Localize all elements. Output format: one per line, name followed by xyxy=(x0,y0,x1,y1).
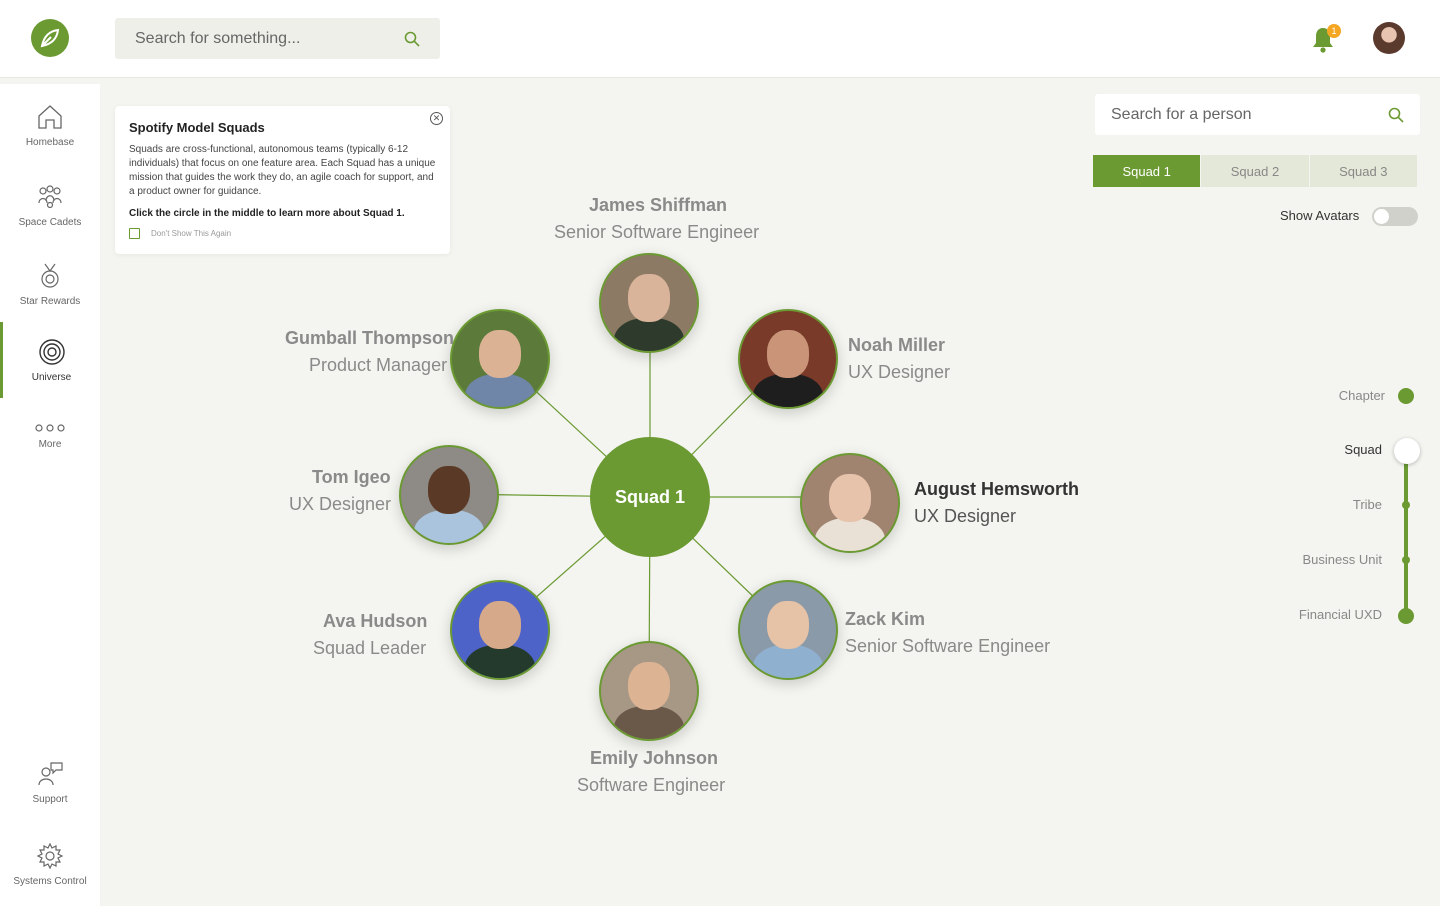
person-search-placeholder: Search for a person xyxy=(1111,105,1252,123)
squad-tabs: Squad 1 Squad 2 Squad 3 xyxy=(1093,155,1417,187)
info-card-body: Squads are cross-functional, autonomous … xyxy=(129,144,436,197)
avatar-august-hemsworth[interactable] xyxy=(800,453,900,553)
level-dot-tribe[interactable] xyxy=(1402,501,1410,509)
member-name: Zack Kim xyxy=(845,609,926,629)
app-logo-icon[interactable] xyxy=(31,19,69,57)
squad-info-card: ✕ Spotify Model Squads Squads are cross-… xyxy=(115,106,450,254)
member-name: Gumball Thompson xyxy=(285,328,454,348)
squad-center-node[interactable]: Squad 1 xyxy=(590,437,710,557)
dont-show-again[interactable]: Don't Show This Again xyxy=(129,228,436,239)
member-name: Emily Johnson xyxy=(590,748,719,768)
member-name: August Hemsworth xyxy=(914,479,1080,499)
level-dot-chapter[interactable] xyxy=(1398,388,1414,404)
user-avatar[interactable] xyxy=(1373,22,1405,54)
tab-squad-1[interactable]: Squad 1 xyxy=(1093,155,1201,187)
member-role: Squad Leader xyxy=(313,638,427,658)
avatar-james-shiffman[interactable] xyxy=(599,253,699,353)
member-role: UX Designer xyxy=(914,506,1017,526)
member-role: UX Designer xyxy=(289,494,392,514)
avatar-zack-kim[interactable] xyxy=(738,580,838,680)
avatar-emily-johnson[interactable] xyxy=(599,641,699,741)
show-avatars-toggle[interactable] xyxy=(1372,207,1418,226)
member-role: Product Manager xyxy=(309,355,448,375)
sidebar: Homebase Space Cadets Star Rewards Unive… xyxy=(0,84,100,906)
avatar-noah-miller[interactable] xyxy=(738,309,838,409)
avatar-tom-igeo[interactable] xyxy=(399,445,499,545)
sidebar-item-label: Space Cadets xyxy=(18,216,82,228)
person-search-input[interactable]: Search for a person xyxy=(1095,94,1420,135)
leaf-rocket-icon xyxy=(40,28,60,48)
tab-squad-3[interactable]: Squad 3 xyxy=(1308,155,1417,187)
target-icon xyxy=(38,338,65,365)
avatar-ava-hudson[interactable] xyxy=(450,580,550,680)
level-slider-knob[interactable] xyxy=(1394,438,1420,464)
global-search-placeholder: Search for something... xyxy=(135,29,301,47)
sidebar-item-universe[interactable]: Universe xyxy=(0,322,100,398)
info-card-title: Spotify Model Squads xyxy=(129,120,265,135)
level-financial-uxd[interactable]: Financial UXD xyxy=(1262,607,1382,622)
sidebar-item-label: Support xyxy=(32,793,68,805)
toggle-knob xyxy=(1374,209,1389,224)
member-role: Software Engineer xyxy=(577,775,726,795)
sidebar-item-label: Homebase xyxy=(25,136,75,148)
level-dot-business-unit[interactable] xyxy=(1402,556,1410,564)
level-chapter[interactable]: Chapter xyxy=(1265,388,1385,403)
member-name: Tom Igeo xyxy=(312,467,391,487)
show-avatars-label: Show Avatars xyxy=(1280,208,1360,223)
sidebar-item-more[interactable]: More xyxy=(0,398,100,474)
close-icon[interactable]: ✕ xyxy=(430,112,443,125)
more-icon xyxy=(35,423,65,432)
member-role: Senior Software Engineer xyxy=(554,222,760,242)
search-icon[interactable] xyxy=(404,31,420,47)
sidebar-item-systems-control[interactable]: Systems Control xyxy=(0,826,100,902)
support-icon xyxy=(38,761,63,785)
member-name: James Shiffman xyxy=(589,195,728,215)
level-rail xyxy=(1404,450,1408,616)
people-icon xyxy=(38,184,62,208)
member-role: UX Designer xyxy=(848,362,951,382)
sidebar-item-label: Systems Control xyxy=(13,875,87,887)
sidebar-item-space-cadets[interactable]: Space Cadets xyxy=(0,167,100,243)
tab-squad-2[interactable]: Squad 2 xyxy=(1200,155,1309,187)
sidebar-item-homebase[interactable]: Homebase xyxy=(0,87,100,163)
level-dot-financial-uxd[interactable] xyxy=(1398,608,1414,624)
medal-icon xyxy=(41,263,59,288)
dont-show-checkbox[interactable] xyxy=(129,228,140,239)
gear-icon xyxy=(36,842,64,869)
member-name: Noah Miller xyxy=(848,335,946,355)
home-icon xyxy=(38,104,62,129)
avatar-gumball-thompson[interactable] xyxy=(450,309,550,409)
sidebar-item-star-rewards[interactable]: Star Rewards xyxy=(0,246,100,322)
top-bar: Search for something... 1 xyxy=(0,0,1440,78)
dont-show-label: Don't Show This Again xyxy=(151,229,232,238)
sidebar-item-label: More xyxy=(38,438,62,450)
level-tribe[interactable]: Tribe xyxy=(1262,497,1382,512)
level-business-unit[interactable]: Business Unit xyxy=(1262,552,1382,567)
level-squad[interactable]: Squad xyxy=(1262,442,1382,457)
member-role: Senior Software Engineer xyxy=(845,636,1051,656)
member-name: Ava Hudson xyxy=(323,611,428,631)
global-search-input[interactable]: Search for something... xyxy=(115,18,440,59)
info-card-cta: Click the circle in the middle to learn … xyxy=(129,208,405,219)
sidebar-item-support[interactable]: Support xyxy=(0,744,100,820)
sidebar-item-label: Star Rewards xyxy=(19,295,81,307)
search-icon[interactable] xyxy=(1388,107,1404,123)
sidebar-item-label: Universe xyxy=(31,371,72,383)
notification-badge: 1 xyxy=(1327,24,1341,38)
